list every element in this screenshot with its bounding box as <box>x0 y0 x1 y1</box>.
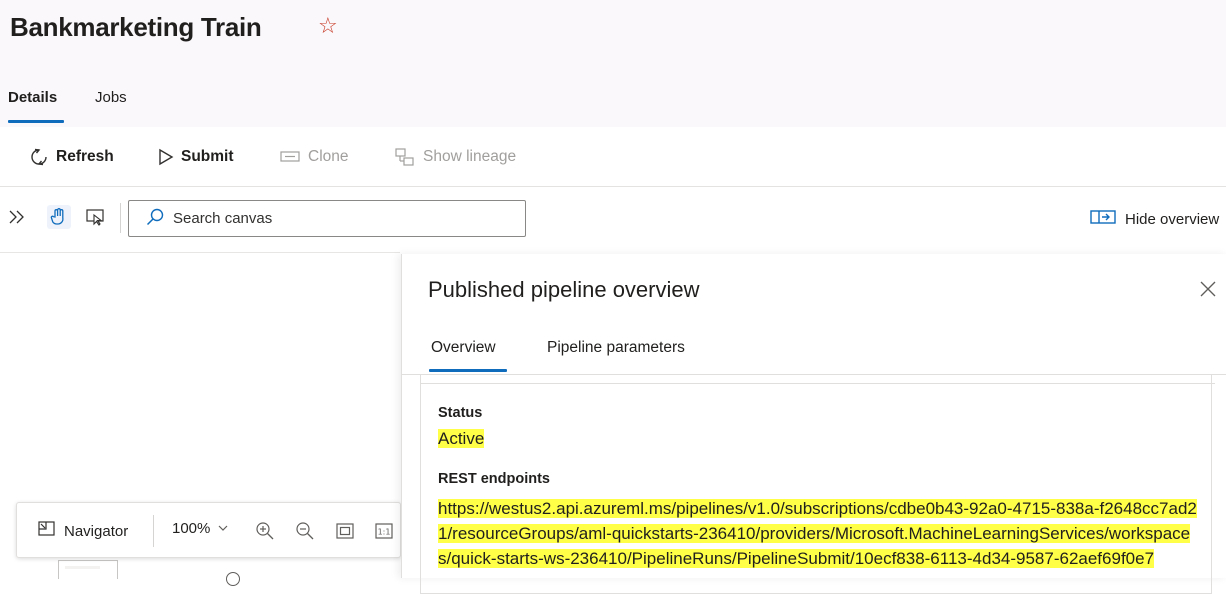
refresh-icon <box>29 147 49 167</box>
search-placeholder: Search canvas <box>173 210 273 227</box>
refresh-button[interactable]: Refresh <box>29 145 114 169</box>
toolbar-separator <box>120 203 121 233</box>
tab-pipeline-parameters[interactable]: Pipeline parameters <box>547 339 685 357</box>
tab-overview[interactable]: Overview <box>431 339 496 357</box>
select-pointer-icon[interactable] <box>84 205 108 229</box>
search-icon <box>145 207 165 231</box>
fit-to-screen-icon[interactable] <box>334 520 356 542</box>
status-value-text: Active <box>438 429 485 448</box>
rest-endpoint-text: https://westus2.api.azureml.ms/pipelines… <box>438 499 1197 568</box>
refresh-label: Refresh <box>56 148 114 165</box>
show-lineage-label: Show lineage <box>423 148 517 165</box>
canvas-node[interactable] <box>58 560 118 579</box>
panel-title: Published pipeline overview <box>428 277 700 302</box>
navigator-toolbar: Navigator 100% 1:1 <box>16 502 401 558</box>
pipeline-overview-panel: Published pipeline overview Overview Pip… <box>401 254 1226 594</box>
navigator-label: Navigator <box>64 522 129 540</box>
play-icon <box>158 148 174 166</box>
tab-details[interactable]: Details <box>8 89 57 106</box>
hide-overview-button[interactable]: Hide overview <box>1090 209 1219 229</box>
active-panel-tab-indicator <box>429 369 507 372</box>
clone-label: Clone <box>308 148 349 165</box>
zoom-in-icon[interactable] <box>254 520 276 542</box>
rest-endpoints-label: REST endpoints <box>438 471 550 487</box>
show-lineage-button[interactable]: Show lineage <box>394 145 516 169</box>
status-value: Active <box>438 429 485 449</box>
expand-icon[interactable] <box>5 205 29 229</box>
toolbar-divider <box>0 186 1226 187</box>
canvas-toolbar-divider <box>0 252 400 253</box>
canvas-port[interactable] <box>226 572 240 586</box>
zoom-level-dropdown[interactable]: 100% <box>172 520 229 537</box>
submit-button[interactable]: Submit <box>158 145 234 169</box>
zoom-level-value: 100% <box>172 520 211 537</box>
navigator-button[interactable]: Navigator <box>37 520 128 542</box>
hide-overview-label: Hide overview <box>1125 210 1220 228</box>
page-title: Bankmarketing Train <box>10 12 262 42</box>
svg-text:1:1: 1:1 <box>378 528 391 537</box>
navigator-separator <box>153 515 154 547</box>
chevron-down-icon <box>217 520 229 537</box>
clone-button[interactable]: Clone <box>279 145 349 169</box>
pan-hand-icon[interactable] <box>47 205 71 229</box>
rest-endpoint-url[interactable]: https://westus2.api.azureml.ms/pipelines… <box>438 496 1198 571</box>
panel-toggle-icon <box>1090 209 1116 229</box>
zoom-out-icon[interactable] <box>294 520 316 542</box>
clone-icon <box>279 149 301 165</box>
close-icon[interactable] <box>1197 278 1219 300</box>
navigator-icon <box>37 520 57 542</box>
submit-label: Submit <box>181 148 234 165</box>
star-icon[interactable]: ☆ <box>318 14 338 39</box>
active-tab-indicator <box>8 120 64 123</box>
lineage-icon <box>394 147 416 167</box>
tab-jobs[interactable]: Jobs <box>95 89 127 106</box>
actual-size-icon[interactable]: 1:1 <box>373 520 395 542</box>
status-label: Status <box>438 405 483 421</box>
search-canvas-input[interactable]: Search canvas <box>128 200 526 237</box>
canvas-node-header <box>65 566 100 569</box>
